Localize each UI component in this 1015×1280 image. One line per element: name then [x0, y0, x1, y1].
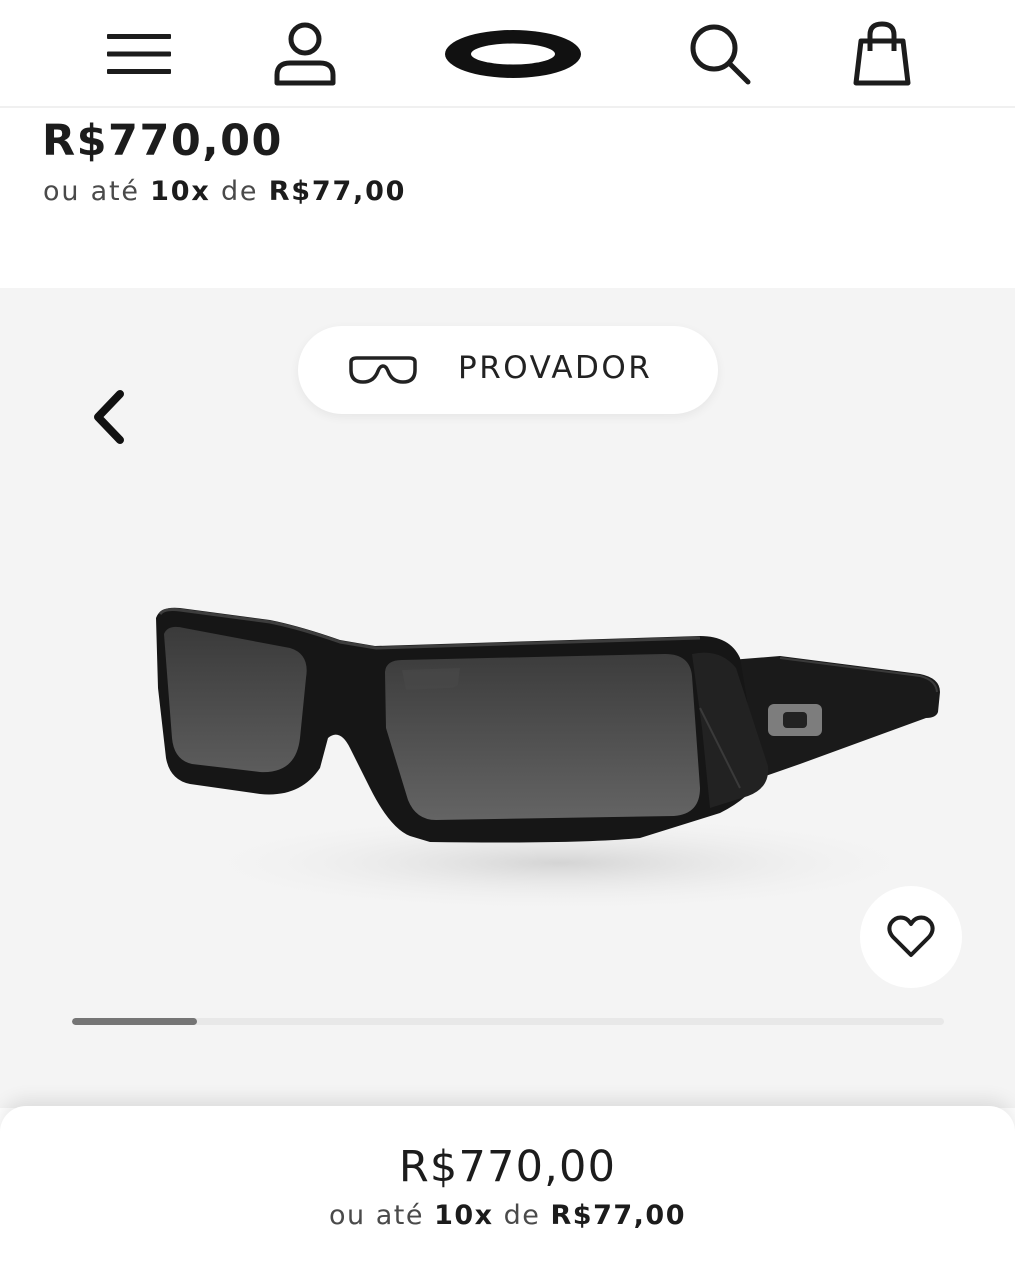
bottom-price-sheet: R$770,00 ou até 10x de R$77,00: [0, 1106, 1015, 1280]
previous-image-button[interactable]: [80, 382, 136, 452]
oakley-logo-icon: [444, 30, 581, 78]
search-button[interactable]: [680, 14, 760, 94]
product-gallery[interactable]: PROVADOR: [0, 288, 1015, 1108]
sheet-installment-value: R$77,00: [550, 1200, 686, 1231]
virtual-try-on-button[interactable]: PROVADOR: [298, 326, 718, 414]
installment-prefix: ou até: [43, 176, 140, 207]
installment-info: ou até 10x de R$77,00: [43, 176, 406, 207]
try-on-label: PROVADOR: [458, 350, 653, 386]
heart-icon: [887, 915, 935, 957]
glasses-icon: [349, 356, 417, 384]
chevron-left-icon: [94, 390, 124, 444]
user-icon: [274, 22, 336, 86]
favorite-button[interactable]: [860, 886, 962, 988]
image-carousel-progress: [72, 1018, 944, 1025]
product-image-sunglasses: [156, 607, 940, 913]
search-icon: [690, 24, 751, 85]
product-price: R$770,00: [42, 116, 283, 166]
sheet-price: R$770,00: [398, 1142, 617, 1192]
brand-logo-link[interactable]: [440, 14, 585, 94]
shopping-bag-icon: [853, 21, 911, 86]
sheet-installment-prefix: ou até: [329, 1200, 424, 1231]
cart-button[interactable]: [842, 14, 922, 94]
top-nav-bar: [0, 0, 1015, 108]
sheet-installment-mid: de: [503, 1200, 541, 1231]
installment-mid: de: [220, 176, 259, 207]
hamburger-menu-icon: [107, 34, 171, 74]
progress-fill: [72, 1018, 197, 1025]
installment-count: 10x: [150, 176, 211, 207]
sheet-installment-count: 10x: [434, 1200, 494, 1231]
sheet-installment-info: ou até 10x de R$77,00: [0, 1200, 1015, 1231]
menu-button[interactable]: [99, 14, 179, 94]
account-button[interactable]: [265, 14, 345, 94]
installment-value: R$77,00: [268, 176, 407, 207]
